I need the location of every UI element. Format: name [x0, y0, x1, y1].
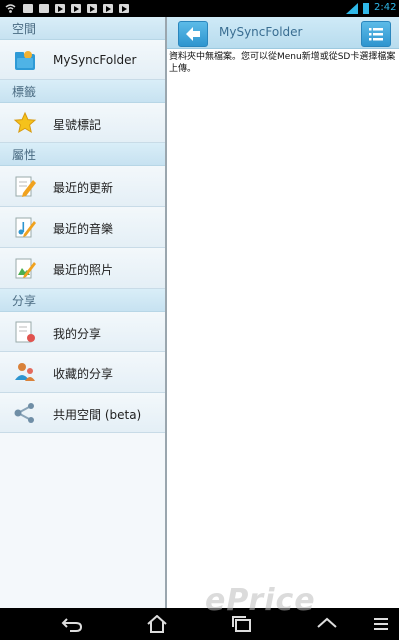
play-notification-icon — [87, 4, 97, 13]
navigation-bar — [0, 608, 399, 640]
sidebar-item-label: 最近的更新 — [53, 181, 114, 195]
my-share-icon — [15, 321, 35, 343]
battery-icon — [363, 3, 369, 14]
sidebar-item-mysyncfolder[interactable]: MySyncFolder — [0, 40, 165, 80]
sidebar-item-my-shares[interactable]: 我的分享 — [0, 312, 165, 352]
sidebar-item-recent-music[interactable]: 最近的音樂 — [0, 207, 165, 248]
shared-space-icon — [14, 403, 34, 423]
star-icon — [13, 111, 37, 134]
content-header: MySyncFolder — [167, 17, 399, 49]
sidebar-item-label: 共用空間 (beta) — [53, 408, 142, 422]
recent-update-icon — [15, 176, 36, 197]
page-title: MySyncFolder — [219, 25, 303, 39]
play-notification-icon — [71, 4, 81, 13]
back-button[interactable] — [178, 21, 208, 47]
sidebar-item-label: 收藏的分享 — [53, 367, 114, 381]
recent-music-icon — [15, 217, 36, 238]
section-label: 空間 — [12, 22, 37, 36]
sidebar-item-label: 星號標記 — [53, 118, 102, 132]
home-nav-icon[interactable] — [146, 615, 168, 633]
play-notification-icon — [119, 4, 129, 13]
sidebar-item-starred[interactable]: 星號標記 — [0, 103, 165, 143]
wifi-icon — [5, 4, 16, 13]
image-icon — [39, 4, 49, 13]
shared-collection-icon — [15, 363, 35, 381]
section-label: 標籤 — [12, 85, 37, 99]
section-header-tags: 標籤 — [0, 80, 165, 103]
mail-icon — [23, 4, 33, 13]
status-bar: 2:42 — [0, 0, 399, 17]
sidebar-item-label: MySyncFolder — [53, 53, 137, 67]
menu-nav-icon[interactable] — [370, 615, 392, 633]
menu-button[interactable] — [361, 21, 391, 47]
back-nav-icon[interactable] — [61, 615, 83, 633]
sidebar-item-recent-photos[interactable]: 最近的照片 — [0, 248, 165, 289]
list-menu-icon — [369, 28, 383, 41]
play-notification-icon — [103, 4, 113, 13]
sidebar: 空間 MySyncFolder 標籤 星號標記 屬性 最近的更新 最近的音樂 最… — [0, 17, 165, 608]
sidebar-item-label: 最近的照片 — [53, 263, 114, 277]
section-header-attributes: 屬性 — [0, 143, 165, 166]
section-label: 分享 — [12, 294, 37, 308]
recent-photo-icon — [15, 258, 36, 279]
sidebar-item-recent-updates[interactable]: 最近的更新 — [0, 166, 165, 207]
section-label: 屬性 — [12, 148, 37, 162]
section-header-space: 空間 — [0, 17, 165, 40]
status-time: 2:42 — [374, 2, 397, 13]
signal-icon — [346, 3, 358, 14]
sidebar-item-label: 最近的音樂 — [53, 222, 114, 236]
sidebar-item-favorite-shares[interactable]: 收藏的分享 — [0, 352, 165, 393]
back-arrow-icon — [186, 27, 200, 41]
file-list-area: 資料夾中無檔案。您可以從Menu新增或從SD卡選擇檔案上傳。 — [167, 49, 399, 608]
sidebar-item-label: 我的分享 — [53, 327, 102, 341]
screenshot-nav-icon[interactable] — [316, 615, 338, 633]
sidebar-item-shared-space[interactable]: 共用空間 (beta) — [0, 393, 165, 433]
empty-folder-message: 資料夾中無檔案。您可以從Menu新增或從SD卡選擇檔案上傳。 — [169, 52, 396, 74]
app-window: 空間 MySyncFolder 標籤 星號標記 屬性 最近的更新 最近的音樂 最… — [0, 17, 399, 608]
folder-icon — [15, 51, 35, 70]
section-header-share: 分享 — [0, 289, 165, 312]
play-notification-icon — [55, 4, 65, 13]
watermark-logo: ePrice — [205, 583, 316, 618]
